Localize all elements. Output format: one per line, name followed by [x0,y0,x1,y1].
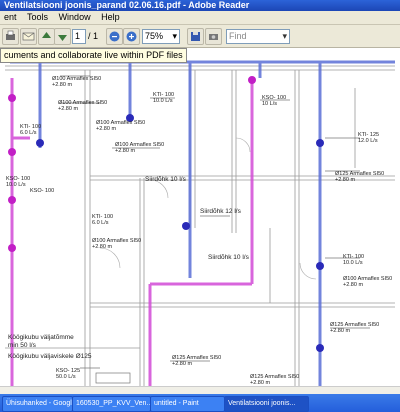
find-placeholder: Find [229,31,247,41]
chevron-down-icon: ▾ [172,31,177,41]
menu-bar: ent Tools Window Help [0,11,400,25]
duct-label: +2.80 m [115,148,136,154]
windows-taskbar: Ühisuhanked - Googl... 160530_PP_KVV_Ven… [0,394,400,412]
taskbar-item-paint[interactable]: untitled - Paint [150,396,225,412]
terminal-label: 6.0 L/s [20,130,37,136]
kitchen-hood-label: Köögikubu väljaviskele Ø125 [8,353,92,360]
zoom-out-icon [109,31,120,42]
duct-label: +2.80 m [335,177,356,183]
duct-label: +2.80 m [92,244,113,250]
save-icon [191,32,200,41]
zoom-in-button[interactable] [123,28,140,45]
terminal-label: 10.0 L/s [343,260,363,266]
arrow-up-icon [42,32,51,38]
prev-page-button[interactable] [38,28,55,45]
toolbar: 1 / 1 75% ▾ Find ▾ [0,25,400,48]
duct-label: +2.80 m [330,328,351,334]
menu-item-edit[interactable]: ent [4,11,17,24]
print-button[interactable] [2,28,19,45]
transfer-air-label: Siirdõhk 10 l/s [145,176,186,183]
zoom-select[interactable]: 75% ▾ [142,29,180,44]
find-input[interactable]: Find ▾ [226,29,290,44]
zoom-in-icon [126,31,137,42]
snapshot-button[interactable] [205,28,222,45]
email-button[interactable] [20,28,37,45]
terminal-label: 6.0 L/s [92,220,109,226]
taskbar-item-browser[interactable]: Ühisuhanked - Googl... [2,396,73,412]
terminal-label: 10.0 L/s [6,182,26,188]
promo-banner[interactable]: cuments and collaborate live within PDF … [0,48,187,63]
duct-label: +2.80 m [343,282,364,288]
email-icon [22,32,35,41]
duct-label: +2.80 m [96,126,117,132]
window-title: Ventilatsiooni joonis_parand 02.06.16.pd… [4,0,250,10]
next-page-button[interactable] [54,28,71,45]
zoom-out-button[interactable] [106,28,123,45]
terminal-label: 50.0 L/s [56,374,76,380]
taskbar-item-reader[interactable]: Ventilatsiooni joonis... [224,396,309,412]
duct-label: +2.80 m [58,106,79,112]
kitchen-hood-label: min 50 l/s [8,342,36,349]
terminal-label: 10.0 L/s [153,98,173,104]
transfer-air-label: Siirdõhk 12 l/s [200,208,241,215]
menu-item-help[interactable]: Help [101,11,120,24]
terminal-label: KSO- 100 [30,188,55,194]
duct-label: +2.80 m [52,82,73,88]
arrow-down-icon [58,35,67,41]
page-number-input[interactable]: 1 [72,29,86,44]
menu-item-window[interactable]: Window [59,11,91,24]
window-titlebar: Ventilatsiooni joonis_parand 02.06.16.pd… [0,0,400,11]
menu-item-tools[interactable]: Tools [27,11,48,24]
chevron-down-icon: ▾ [282,31,287,41]
camera-icon [209,34,218,40]
duct-label: +2.80 m [172,361,193,367]
print-icon [6,30,15,40]
kitchen-hood-label: Köögikubu väljatõmme [8,334,74,341]
save-button[interactable] [187,28,204,45]
terminal-label: 10 L/s [262,101,277,107]
document-viewport[interactable]: Ø100 Armaflex SI50 +2.80 m Ø100 Armaflex… [0,48,400,386]
zoom-value: 75% [145,31,164,41]
terminal-label: 12.0 L/s [358,138,378,144]
page-total-label: / 1 [88,31,99,41]
transfer-air-label: Siirdõhk 10 l/s [208,254,249,261]
taskbar-item-pdf[interactable]: 160530_PP_KVV_Ven... [72,396,151,412]
